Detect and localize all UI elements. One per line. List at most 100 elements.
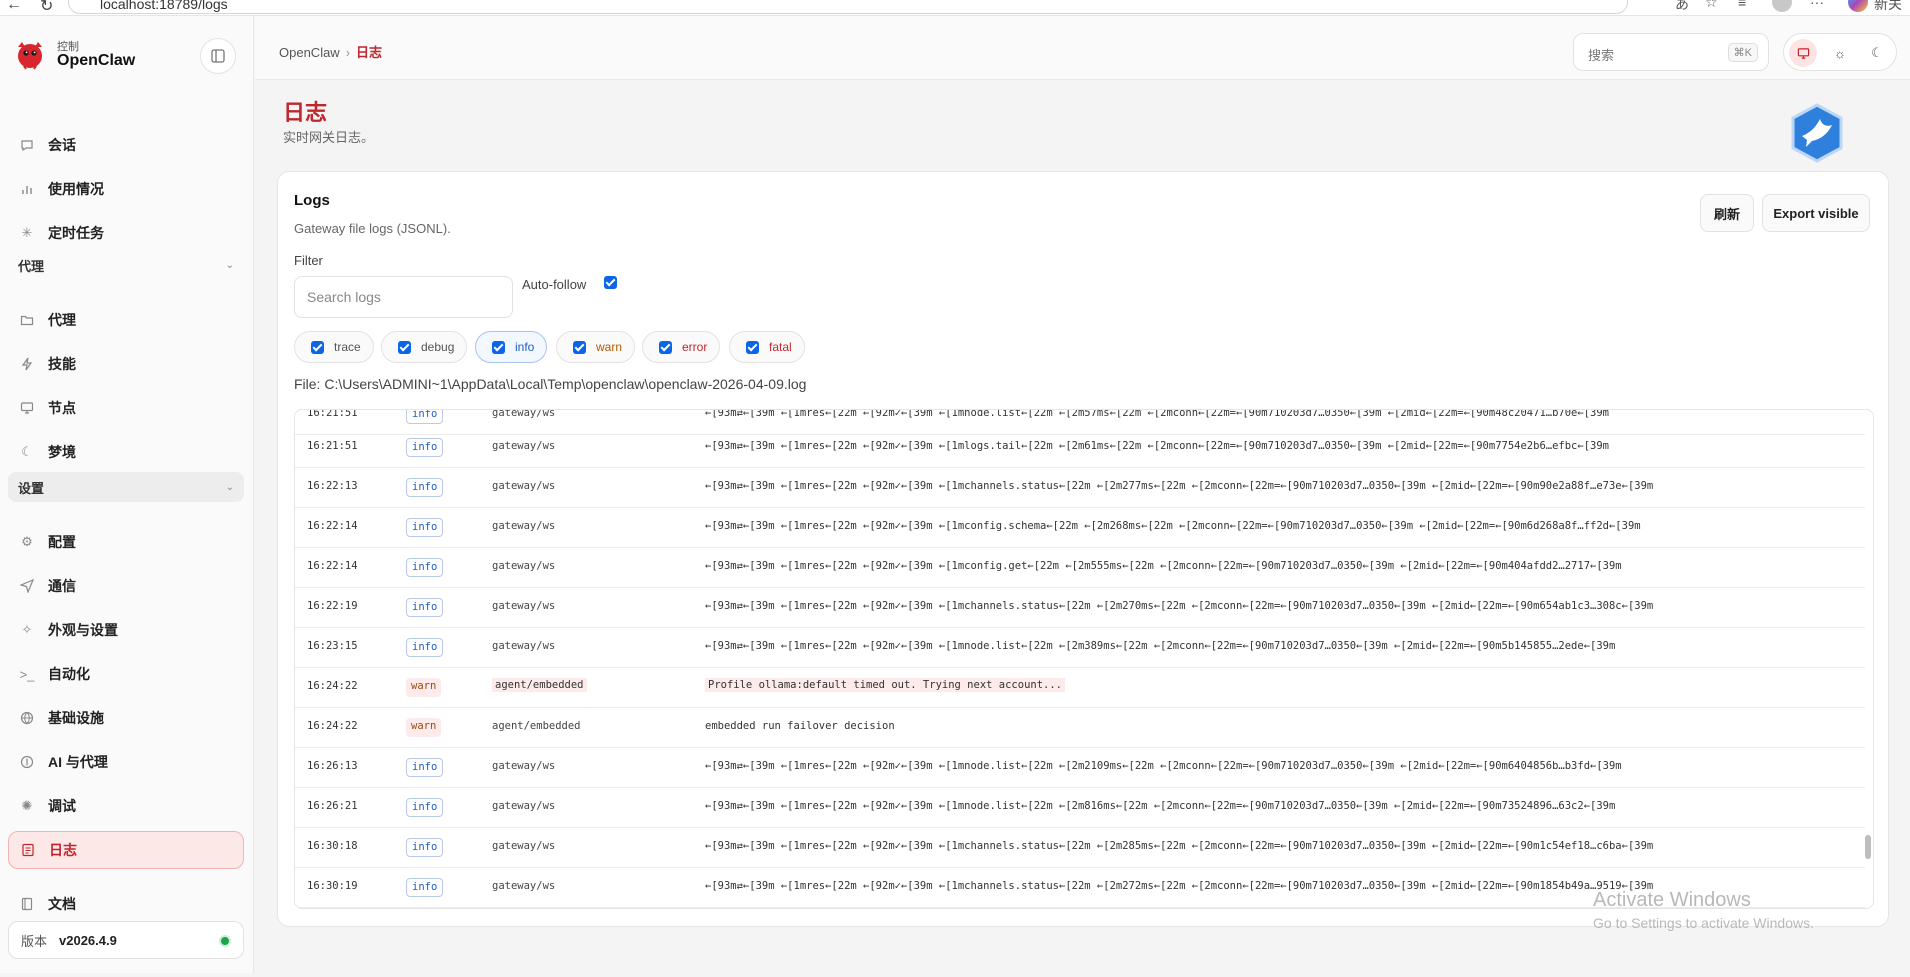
moon-icon: ☾ bbox=[21, 444, 33, 459]
version-label: 版本 bbox=[21, 933, 48, 949]
sidebar-collapse-button[interactable] bbox=[200, 38, 236, 74]
profile-avatar[interactable] bbox=[1772, 0, 1792, 12]
favorite-icon[interactable]: ☆ bbox=[1705, 0, 1718, 11]
system-theme-button[interactable] bbox=[1789, 39, 1817, 67]
globe-icon bbox=[18, 709, 36, 727]
log-source: agent/embedded bbox=[492, 678, 587, 692]
nav-item-automation[interactable]: >_ 自动化 bbox=[8, 655, 244, 693]
back-icon[interactable]: ← bbox=[6, 0, 22, 14]
translate-icon[interactable]: あ bbox=[1675, 0, 1689, 14]
export-visible-button[interactable]: Export visible bbox=[1762, 194, 1870, 232]
log-level-badge: info bbox=[406, 410, 444, 424]
theme-switcher: ☼ ☾ bbox=[1783, 33, 1897, 71]
log-table[interactable]: 16:21:51 info gateway/ws ←[93m⇄←[39m ←[1… bbox=[294, 409, 1874, 909]
light-theme-button[interactable]: ☼ bbox=[1826, 39, 1854, 67]
bolt-icon bbox=[18, 355, 36, 373]
log-row: 16:24:22 warn agent/embedded Profile oll… bbox=[295, 675, 1865, 708]
nav-item-usage[interactable]: 使用情况 bbox=[8, 170, 244, 208]
browser-toolbar: ← ↻ localhost:18789/logs あ ☆ ≡ ··· 新关 bbox=[0, 0, 1910, 16]
nav-item-ai-agents[interactable]: AI 与代理 bbox=[8, 743, 244, 781]
global-search-placeholder: 搜索 bbox=[1588, 48, 1615, 63]
nav-item-sessions[interactable]: 会话 bbox=[8, 126, 244, 164]
level-checkbox[interactable] bbox=[398, 340, 411, 354]
log-level-badge: warn bbox=[406, 718, 442, 737]
breadcrumb-root[interactable]: OpenClaw bbox=[279, 45, 340, 60]
bird-badge-icon bbox=[1791, 103, 1843, 163]
nav-item-comms[interactable]: 通信 bbox=[8, 567, 244, 605]
reload-icon[interactable]: ↻ bbox=[40, 0, 53, 16]
section-label: 设置 bbox=[18, 480, 45, 496]
level-chip-warn[interactable]: warn bbox=[556, 331, 636, 363]
address-text[interactable]: localhost:18789/logs bbox=[100, 0, 228, 12]
level-checkbox[interactable] bbox=[573, 340, 586, 354]
level-checkbox[interactable] bbox=[492, 340, 505, 354]
log-level-badge: info bbox=[406, 838, 444, 857]
level-chip-debug[interactable]: debug bbox=[381, 331, 468, 363]
log-time: 16:26:13 bbox=[307, 760, 358, 772]
refresh-button[interactable]: 刷新 bbox=[1700, 194, 1754, 232]
log-level-badge: warn bbox=[406, 678, 442, 697]
log-time: 16:30:18 bbox=[307, 840, 358, 852]
log-source: gateway/ws bbox=[492, 640, 556, 652]
global-search[interactable]: 搜索 ⌘K bbox=[1573, 33, 1769, 71]
search-logs-input[interactable] bbox=[294, 276, 513, 318]
log-level-badge: info bbox=[406, 438, 444, 457]
section-settings[interactable]: 设置 ⌄ bbox=[8, 472, 244, 502]
top-bar: OpenClaw › 日志 搜索 ⌘K ☼ ☾ bbox=[255, 16, 1910, 80]
level-chip-info[interactable]: info bbox=[475, 331, 548, 363]
log-message: embedded run failover decision bbox=[705, 720, 895, 732]
log-source: gateway/ws bbox=[492, 840, 556, 852]
log-row: 16:22:19 info gateway/ws ←[93m⇄←[39m ←[1… bbox=[295, 595, 1865, 628]
address-bar[interactable] bbox=[68, 0, 1628, 14]
log-scrollbar-thumb[interactable] bbox=[1865, 835, 1871, 859]
level-chip-fatal[interactable]: fatal bbox=[729, 331, 805, 363]
activate-windows-subtitle: Go to Settings to activate Windows. bbox=[1593, 915, 1814, 931]
breadcrumb-current: 日志 bbox=[356, 45, 383, 60]
log-row: 16:23:15 info gateway/ws ←[93m⇄←[39m ←[1… bbox=[295, 635, 1865, 668]
nav-item-debug[interactable]: ✺ 调试 bbox=[8, 787, 244, 825]
nav-item-infrastructure[interactable]: 基础设施 bbox=[8, 699, 244, 737]
nav-label: 文档 bbox=[48, 896, 76, 912]
nav-item-nodes[interactable]: 节点 bbox=[8, 389, 244, 427]
level-checkbox[interactable] bbox=[659, 340, 672, 354]
nav-item-appearance[interactable]: ✧ 外观与设置 bbox=[8, 611, 244, 649]
nav-item-skills[interactable]: 技能 bbox=[8, 345, 244, 383]
nav-label: 使用情况 bbox=[48, 181, 104, 197]
nav-label: 节点 bbox=[48, 400, 76, 416]
profile-label: 新关 bbox=[1874, 0, 1902, 12]
log-message: ←[93m⇄←[39m ←[1mres←[22m ←[92m✓←[39m ←[1… bbox=[705, 840, 1654, 852]
autofollow-label: Auto-follow bbox=[522, 277, 587, 292]
nav-item-logs[interactable]: 日志 bbox=[8, 831, 244, 869]
level-chip-trace[interactable]: trace bbox=[294, 331, 374, 363]
ai-icon bbox=[18, 753, 36, 771]
copilot-icon[interactable] bbox=[1848, 0, 1868, 12]
log-source: gateway/ws bbox=[492, 520, 556, 532]
chevron-down-icon: ⌄ bbox=[225, 481, 234, 493]
level-chip-label: error bbox=[682, 340, 708, 354]
nav-item-cron[interactable]: ✳ 定时任务 bbox=[8, 214, 244, 252]
sun-icon: ☼ bbox=[1834, 45, 1846, 61]
nav-item-config[interactable]: ⚙ 配置 bbox=[8, 523, 244, 561]
log-level-badge: info bbox=[406, 758, 444, 777]
nav-item-agents[interactable]: 代理 bbox=[8, 301, 244, 339]
more-menu-icon[interactable]: ··· bbox=[1810, 0, 1824, 10]
card-subtitle: Gateway file logs (JSONL). bbox=[294, 221, 451, 236]
bar-chart-icon bbox=[18, 180, 36, 198]
level-checkbox[interactable] bbox=[311, 340, 324, 354]
nav-item-docs[interactable]: 文档 bbox=[8, 885, 244, 923]
autofollow-checkbox[interactable] bbox=[604, 276, 617, 289]
level-chip-label: info bbox=[515, 340, 535, 354]
dark-theme-button[interactable]: ☾ bbox=[1863, 39, 1891, 67]
folder-icon bbox=[18, 311, 36, 329]
level-chip-error[interactable]: error bbox=[642, 331, 721, 363]
level-checkbox[interactable] bbox=[746, 340, 759, 354]
log-level-badge: info bbox=[406, 798, 444, 817]
level-chip-label: debug bbox=[421, 340, 455, 354]
chevron-down-icon: ⌄ bbox=[225, 259, 234, 271]
log-source: gateway/ws bbox=[492, 800, 556, 812]
nav-label: 调试 bbox=[48, 798, 76, 814]
favorites-bar-icon[interactable]: ≡ bbox=[1738, 0, 1746, 10]
section-agents[interactable]: 代理 ⌄ bbox=[8, 250, 244, 280]
log-message: ←[93m⇄←[39m ←[1mres←[22m ←[92m✓←[39m ←[1… bbox=[705, 640, 1616, 652]
nav-item-dreams[interactable]: ☾ 梦境 bbox=[8, 433, 244, 471]
